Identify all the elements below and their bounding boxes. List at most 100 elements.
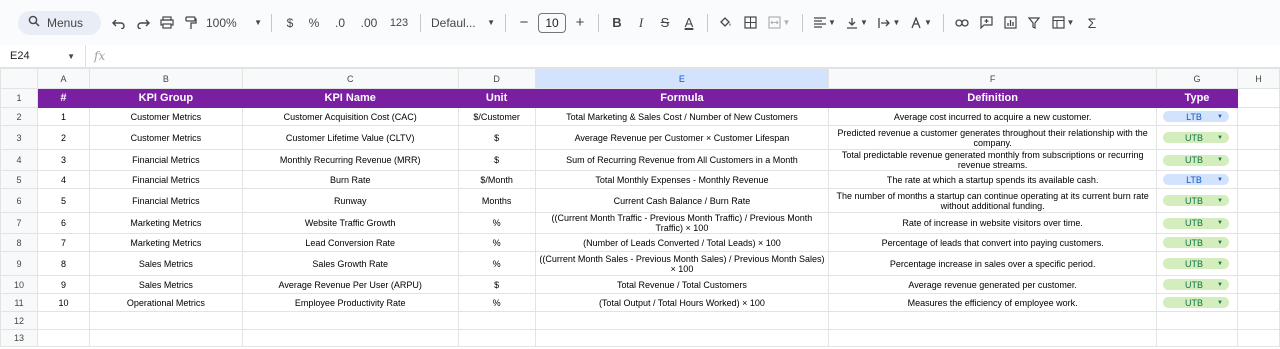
type-cell[interactable]: UTB ▼ — [1155, 293, 1238, 312]
name-cell[interactable]: Employee Productivity Rate — [241, 293, 459, 312]
column-header-d[interactable]: D — [457, 68, 536, 89]
type-dropdown-chip[interactable]: LTB ▼ — [1162, 174, 1229, 186]
row-header[interactable]: 13 — [0, 329, 38, 347]
group-cell[interactable]: Marketing Metrics — [88, 233, 243, 252]
empty-cell[interactable] — [1236, 293, 1280, 312]
num-cell[interactable]: 9 — [36, 275, 90, 294]
column-header-e[interactable]: E — [534, 68, 830, 89]
unit-cell[interactable]: $ — [457, 125, 536, 150]
column-title-group[interactable]: KPI Group — [88, 88, 243, 108]
unit-cell[interactable]: $ — [457, 275, 536, 294]
empty-cell[interactable] — [1155, 311, 1238, 330]
group-cell[interactable]: Sales Metrics — [88, 275, 243, 294]
increase-font-size-button[interactable]: + — [568, 11, 592, 35]
definition-cell[interactable]: Average cost incurred to acquire a new c… — [828, 107, 1157, 126]
row-header[interactable]: 5 — [0, 170, 38, 189]
formula-cell[interactable]: Current Cash Balance / Burn Rate — [534, 188, 830, 213]
empty-cell[interactable] — [1236, 88, 1280, 108]
column-title-name[interactable]: KPI Name — [241, 88, 459, 108]
formula-cell[interactable]: Average Revenue per Customer × Customer … — [534, 125, 830, 150]
definition-cell[interactable]: Predicted revenue a customer generates t… — [828, 125, 1157, 150]
formula-cell[interactable]: Total Revenue / Total Customers — [534, 275, 830, 294]
empty-cell[interactable] — [1236, 188, 1280, 213]
functions-button[interactable]: Σ — [1080, 11, 1104, 35]
chart-icon[interactable] — [998, 11, 1022, 35]
increase-decimal-button[interactable]: .00 — [354, 11, 384, 35]
fill-color-icon[interactable] — [714, 11, 738, 35]
name-cell[interactable]: Sales Growth Rate — [241, 251, 459, 276]
empty-cell[interactable] — [1155, 329, 1238, 347]
column-title-definition[interactable]: Definition — [828, 88, 1157, 108]
group-cell[interactable]: Marketing Metrics — [88, 212, 243, 234]
type-cell[interactable]: LTB ▼ — [1155, 170, 1238, 189]
text-color-button[interactable]: A — [677, 11, 701, 35]
type-cell[interactable]: UTB ▼ — [1155, 149, 1238, 171]
comment-icon[interactable] — [974, 11, 998, 35]
borders-icon[interactable] — [738, 11, 762, 35]
horizontal-align-icon[interactable]: ▼ — [809, 11, 841, 35]
unit-cell[interactable]: $/Month — [457, 170, 536, 189]
name-cell[interactable]: Burn Rate — [241, 170, 459, 189]
empty-cell[interactable] — [241, 329, 459, 347]
type-dropdown-chip[interactable]: UTB ▼ — [1162, 217, 1229, 229]
definition-cell[interactable]: Total predictable revenue generated mont… — [828, 149, 1157, 171]
merge-cells-icon[interactable]: ▼ — [762, 11, 796, 35]
name-cell[interactable]: Lead Conversion Rate — [241, 233, 459, 252]
unit-cell[interactable]: % — [457, 251, 536, 276]
zoom-select[interactable]: 100% ▼ — [203, 11, 265, 35]
type-dropdown-chip[interactable]: UTB ▼ — [1162, 258, 1229, 270]
type-cell[interactable]: UTB ▼ — [1155, 251, 1238, 276]
formula-input[interactable] — [105, 45, 1280, 68]
row-header[interactable]: 8 — [0, 233, 38, 252]
row-header[interactable]: 1 — [0, 88, 38, 108]
group-cell[interactable]: Financial Metrics — [88, 170, 243, 189]
row-header[interactable]: 4 — [0, 149, 38, 171]
type-cell[interactable]: UTB ▼ — [1155, 212, 1238, 234]
row-header[interactable]: 3 — [0, 125, 38, 150]
unit-cell[interactable]: $/Customer — [457, 107, 536, 126]
column-header-a[interactable]: A — [36, 68, 90, 89]
unit-cell[interactable]: % — [457, 212, 536, 234]
empty-cell[interactable] — [457, 311, 536, 330]
vertical-align-icon[interactable]: ▼ — [841, 11, 873, 35]
text-rotation-icon[interactable]: ▼ — [905, 11, 937, 35]
type-dropdown-chip[interactable]: UTB ▼ — [1162, 279, 1229, 291]
menus-search[interactable]: Menus — [18, 10, 101, 35]
group-cell[interactable]: Financial Metrics — [88, 149, 243, 171]
print-icon[interactable] — [155, 11, 179, 35]
italic-button[interactable]: I — [629, 11, 653, 35]
row-header[interactable]: 11 — [0, 293, 38, 312]
empty-cell[interactable] — [828, 329, 1157, 347]
type-dropdown-chip[interactable]: UTB ▼ — [1162, 237, 1229, 249]
type-cell[interactable]: UTB ▼ — [1155, 275, 1238, 294]
paint-format-icon[interactable] — [179, 11, 203, 35]
unit-cell[interactable]: $ — [457, 149, 536, 171]
number-format-button[interactable]: 123 — [384, 11, 414, 35]
num-cell[interactable]: 4 — [36, 170, 90, 189]
empty-cell[interactable] — [88, 311, 243, 330]
empty-cell[interactable] — [241, 311, 459, 330]
group-cell[interactable]: Operational Metrics — [88, 293, 243, 312]
filter-views-icon[interactable]: ▼ — [1046, 11, 1080, 35]
num-cell[interactable]: 10 — [36, 293, 90, 312]
select-all-corner[interactable] — [0, 68, 38, 89]
definition-cell[interactable]: Measures the efficiency of employee work… — [828, 293, 1157, 312]
name-cell[interactable]: Monthly Recurring Revenue (MRR) — [241, 149, 459, 171]
decrease-decimal-button[interactable]: .0 — [326, 11, 354, 35]
empty-cell[interactable] — [1236, 251, 1280, 276]
num-cell[interactable]: 2 — [36, 125, 90, 150]
empty-cell[interactable] — [1236, 233, 1280, 252]
filter-icon[interactable] — [1022, 11, 1046, 35]
strikethrough-button[interactable]: S — [653, 11, 677, 35]
type-dropdown-chip[interactable]: UTB ▼ — [1162, 297, 1229, 309]
name-box[interactable]: E24 ▼ — [0, 44, 86, 68]
redo-icon[interactable] — [131, 11, 155, 35]
num-cell[interactable]: 5 — [36, 188, 90, 213]
empty-cell[interactable] — [534, 311, 830, 330]
column-title-unit[interactable]: Unit — [457, 88, 536, 108]
empty-cell[interactable] — [1236, 212, 1280, 234]
percent-format-button[interactable]: % — [302, 11, 326, 35]
definition-cell[interactable]: The number of months a startup can conti… — [828, 188, 1157, 213]
currency-format-button[interactable]: $ — [278, 11, 302, 35]
type-dropdown-chip[interactable]: LTB ▼ — [1162, 111, 1229, 123]
